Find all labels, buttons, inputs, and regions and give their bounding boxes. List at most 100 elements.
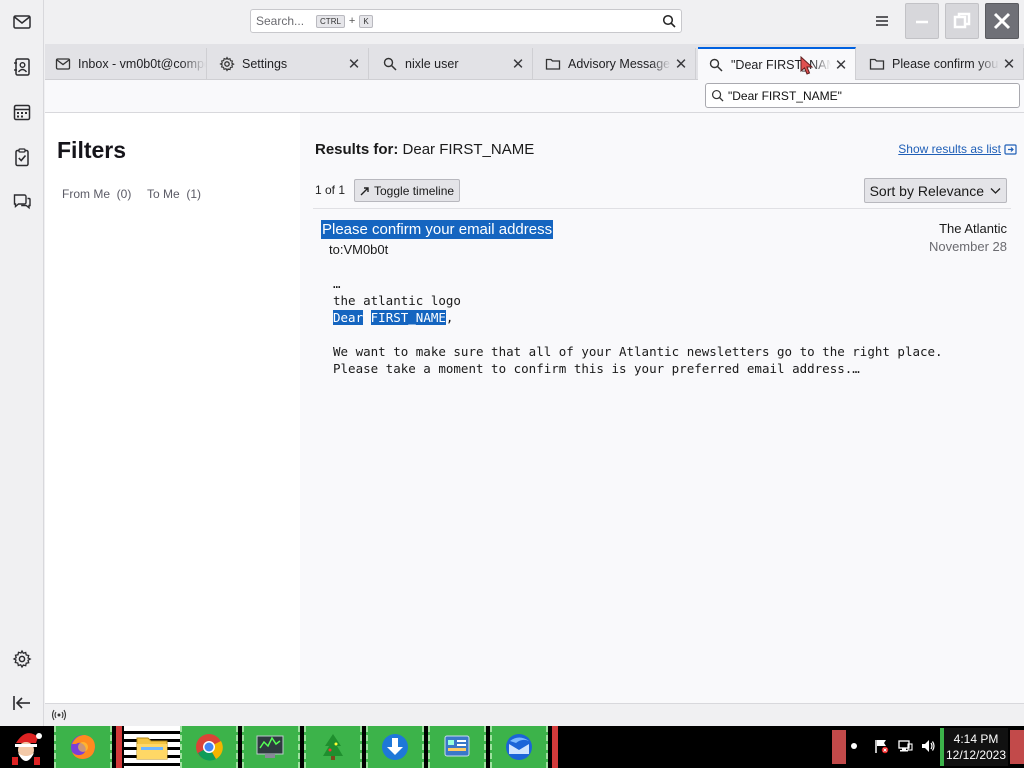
- calendar-icon[interactable]: [8, 98, 36, 126]
- tray-indicator: [832, 730, 846, 764]
- results-query: Dear FIRST_NAME: [402, 141, 535, 158]
- tab-bar: Inbox - vm0b0t@compose Settings ✕ nixle …: [45, 44, 1024, 80]
- search-placeholder: Search...: [256, 14, 305, 28]
- divider: [313, 208, 1011, 209]
- tab-nixle-user[interactable]: nixle user ✕: [372, 48, 533, 80]
- gear-icon: [219, 56, 235, 72]
- result-item[interactable]: Please confirm your email address to:VM0…: [313, 217, 1011, 377]
- search-icon: [711, 89, 724, 102]
- taskbar-control-panel[interactable]: [428, 726, 486, 768]
- filter-from-me[interactable]: From Me (0): [62, 187, 131, 201]
- taskbar-system-monitor[interactable]: [242, 726, 300, 768]
- filter-to-me-count: (1): [186, 187, 202, 201]
- kbd-k: K: [359, 14, 373, 28]
- filter-to-me[interactable]: To Me (1): [147, 187, 201, 201]
- search-icon[interactable]: [662, 14, 676, 28]
- close-tab-icon[interactable]: ✕: [831, 55, 851, 75]
- tab-please-confirm[interactable]: Please confirm your email address ✕: [859, 48, 1024, 80]
- show-list-label: Show results as list: [898, 142, 1001, 156]
- taskbar-downloader[interactable]: [366, 726, 424, 768]
- tab-advisory-message[interactable]: Advisory Message: Pedestrian ✕: [535, 48, 696, 80]
- tab-label: "Dear FIRST_NAME": [731, 57, 831, 72]
- search-icon: [709, 58, 723, 72]
- toggle-timeline-button[interactable]: Toggle timeline: [354, 179, 461, 202]
- tab-settings[interactable]: Settings ✕: [209, 48, 369, 80]
- quick-filter-bar: "Dear FIRST_NAME": [45, 80, 1024, 113]
- results-pane: Results for: Dear FIRST_NAME Show result…: [300, 113, 1024, 703]
- volume-icon[interactable]: [920, 738, 936, 754]
- santa-start-icon: [12, 733, 42, 765]
- title-bar: Search... CTRL + K: [45, 0, 1024, 44]
- snippet-highlight: FIRST_NAME: [370, 310, 446, 325]
- firefox-icon: [71, 735, 95, 759]
- action-center-flag-icon[interactable]: [873, 738, 889, 754]
- snippet-highlight: Dear: [333, 310, 364, 325]
- start-button[interactable]: [0, 726, 52, 768]
- close-tab-icon[interactable]: ✕: [344, 54, 364, 74]
- taskbar-clock[interactable]: 4:14 PM 12/12/2023: [940, 728, 1008, 766]
- result-sender: The Atlantic: [939, 221, 1007, 236]
- snippet-line: Please take a moment to confirm this is …: [333, 361, 860, 376]
- mail-space-icon[interactable]: [8, 8, 36, 36]
- snippet-line: We want to make sure that all of your At…: [333, 344, 943, 359]
- taskbar-tree-app[interactable]: [304, 726, 362, 768]
- taskbar-separator: [552, 726, 558, 768]
- folder-icon: [545, 58, 561, 70]
- monitor-icon: [256, 735, 284, 758]
- results-heading: Results for: Dear FIRST_NAME: [315, 141, 534, 158]
- filters-pane: Filters From Me (0) To Me (1): [45, 113, 300, 703]
- result-date: November 28: [928, 239, 1007, 254]
- address-book-icon[interactable]: [8, 53, 36, 81]
- minimize-button[interactable]: [905, 3, 939, 39]
- mouse-cursor-icon: [800, 56, 814, 75]
- settings-gear-icon[interactable]: [8, 645, 36, 673]
- tab-label: Please confirm your email address: [892, 57, 999, 71]
- taskbar-thunderbird[interactable]: [490, 726, 548, 768]
- timeline-icon: [360, 186, 369, 195]
- network-icon[interactable]: [897, 738, 913, 754]
- taskbar-firefox[interactable]: [54, 726, 112, 768]
- taskbar-file-explorer[interactable]: [124, 726, 180, 768]
- close-tab-icon[interactable]: ✕: [508, 54, 528, 74]
- download-icon: [382, 734, 408, 760]
- close-window-button[interactable]: [985, 3, 1019, 39]
- tab-label: nixle user: [405, 57, 459, 71]
- tab-dear-first-name-search[interactable]: "Dear FIRST_NAME" ✕: [698, 47, 856, 80]
- status-bar: [45, 703, 1024, 726]
- app-menu-icon[interactable]: [873, 13, 891, 29]
- result-recipient: to:VM0b0t: [329, 242, 389, 257]
- thunderbird-icon: [506, 734, 532, 760]
- christmas-tree-icon: [323, 734, 343, 760]
- sort-dropdown[interactable]: Sort by Relevance: [863, 178, 1007, 203]
- chrome-icon: [196, 734, 223, 761]
- taskbar-chrome[interactable]: [180, 726, 238, 768]
- filter-to-me-label: To Me: [147, 187, 180, 201]
- close-tab-icon[interactable]: ✕: [999, 54, 1019, 74]
- result-subject[interactable]: Please confirm your email address: [321, 220, 554, 239]
- search-query-input[interactable]: "Dear FIRST_NAME": [705, 83, 1020, 108]
- close-tab-icon[interactable]: ✕: [671, 54, 691, 74]
- taskbar: 4:14 PM 12/12/2023: [0, 726, 1024, 768]
- collapse-sidebar-icon[interactable]: [12, 694, 32, 712]
- mail-icon: [55, 58, 71, 70]
- tasks-icon[interactable]: [8, 143, 36, 171]
- global-search-input[interactable]: Search... CTRL + K: [250, 9, 682, 33]
- toggle-timeline-label: Toggle timeline: [374, 183, 455, 198]
- chevron-down-icon: [990, 187, 1001, 194]
- kbd-ctrl: CTRL: [316, 14, 345, 28]
- result-snippet: … the atlantic logo Dear FIRST_NAME, We …: [333, 275, 943, 377]
- filter-from-me-label: From Me: [62, 187, 110, 201]
- search-icon: [383, 57, 397, 71]
- folder-icon: [869, 58, 885, 70]
- kbd-plus: +: [348, 15, 356, 27]
- tab-label: Inbox - vm0b0t@compose: [78, 57, 206, 71]
- results-for-label: Results for:: [315, 141, 399, 158]
- show-results-as-list-link[interactable]: Show results as list: [898, 142, 1017, 156]
- folder-icon: [136, 737, 168, 760]
- chat-icon[interactable]: [8, 187, 36, 215]
- tab-label: Settings: [242, 57, 288, 71]
- tab-inbox[interactable]: Inbox - vm0b0t@compose: [45, 48, 207, 80]
- online-status-icon[interactable]: [51, 708, 67, 722]
- restore-button[interactable]: [945, 3, 979, 39]
- show-desktop-button[interactable]: [1010, 730, 1024, 764]
